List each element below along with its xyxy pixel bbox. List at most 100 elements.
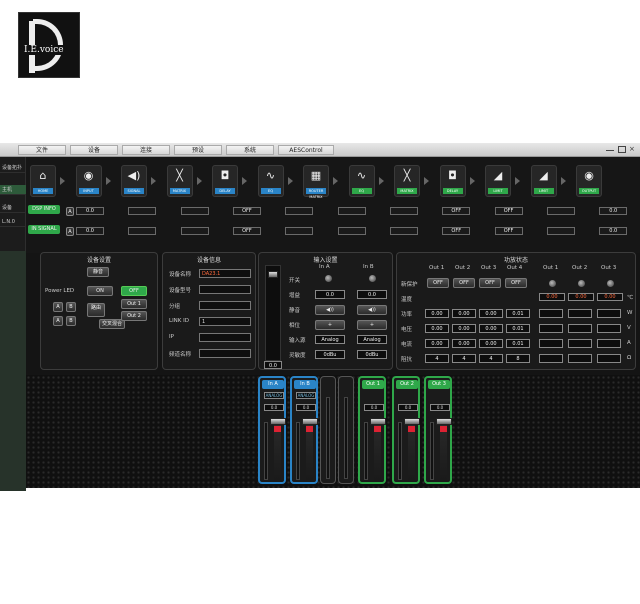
maximize-icon[interactable]: [618, 146, 626, 153]
status-value[interactable]: 0.00: [452, 324, 476, 333]
chain-cell[interactable]: [546, 207, 575, 215]
status-value[interactable]: 0.01: [506, 309, 530, 318]
info-field[interactable]: DA23.1: [199, 269, 251, 278]
io-b1-button[interactable]: B: [66, 302, 76, 312]
input-a-2[interactable]: ◀)): [315, 305, 345, 315]
strip-db[interactable]: 0.0: [296, 404, 316, 411]
chain-cell[interactable]: 0.0: [76, 207, 104, 215]
chain-node-delay[interactable]: ◘ DELAY: [439, 165, 466, 197]
sidebar-item-ln[interactable]: L.N.0: [0, 217, 26, 227]
chain-cell[interactable]: [546, 227, 575, 235]
io-a2-button[interactable]: A: [53, 316, 63, 326]
chain-cell[interactable]: [180, 207, 209, 215]
chain-node-output[interactable]: ◉ OUTPUT: [576, 165, 602, 197]
fader-knob[interactable]: [370, 418, 386, 425]
chain-cell[interactable]: [337, 227, 366, 235]
sidebar-item-topology[interactable]: 设备拓扑: [0, 163, 26, 173]
chain-cell[interactable]: [285, 207, 314, 215]
input-a-5[interactable]: 0dBu: [315, 350, 345, 359]
status-value[interactable]: 0.01: [506, 339, 530, 348]
chain-cell[interactable]: 0.0: [76, 227, 104, 235]
status-value[interactable]: 8: [506, 354, 530, 363]
status-value[interactable]: 4: [479, 354, 503, 363]
menu-connect[interactable]: 连接: [122, 145, 170, 155]
in-signal-tag[interactable]: IN SIGNAL: [28, 225, 60, 234]
strip-header[interactable]: Out 2: [396, 380, 418, 389]
minimize-icon[interactable]: [606, 146, 614, 151]
info-field[interactable]: [199, 285, 251, 294]
protect-off-button[interactable]: OFF: [505, 278, 527, 288]
status-value[interactable]: 0.00: [452, 339, 476, 348]
chain-node-matrix[interactable]: ╳ MATRIX: [166, 165, 193, 197]
chain-node-limit[interactable]: ◢ LIMIT: [530, 165, 557, 197]
chain-cell[interactable]: OFF: [232, 227, 261, 235]
io-a1-button[interactable]: A: [53, 302, 63, 312]
chain-cell[interactable]: [128, 207, 157, 215]
chain-cell[interactable]: [389, 227, 418, 235]
routing-button[interactable]: 路由: [87, 303, 105, 317]
strip-header[interactable]: In B: [294, 380, 316, 389]
chain-node-eq[interactable]: ∿ EQ: [348, 165, 375, 197]
status-value[interactable]: 0.00: [425, 339, 449, 348]
strip-header[interactable]: Out 1: [362, 380, 384, 389]
protect-off-button[interactable]: OFF: [453, 278, 475, 288]
fader-knob[interactable]: [404, 418, 420, 425]
power-on-button[interactable]: ON: [87, 286, 113, 296]
status-value[interactable]: 0.00: [425, 309, 449, 318]
protect-off-button[interactable]: OFF: [479, 278, 501, 288]
chain-node-delay[interactable]: ◘ DELAY: [212, 165, 238, 197]
info-field[interactable]: [199, 349, 251, 358]
master-fader-knob[interactable]: [268, 271, 278, 278]
input-a-3[interactable]: +: [315, 320, 345, 330]
chain-node-signal[interactable]: ◀) SIGNAL: [121, 165, 147, 197]
io-b2-button[interactable]: B: [66, 316, 76, 326]
input-b-4[interactable]: Analog: [357, 335, 387, 344]
fader-knob[interactable]: [270, 418, 286, 425]
strip-header[interactable]: In A: [262, 380, 284, 389]
info-field[interactable]: [199, 301, 251, 310]
menu-system[interactable]: 系统: [226, 145, 274, 155]
input-b-5[interactable]: 0dBu: [357, 350, 387, 359]
strip-db[interactable]: 0.0: [398, 404, 418, 411]
master-value[interactable]: 0.0: [264, 361, 282, 369]
chain-cell[interactable]: 0.0: [599, 227, 628, 235]
strip-db[interactable]: 0.0: [364, 404, 384, 411]
status-value[interactable]: 4: [425, 354, 449, 363]
info-field[interactable]: 1: [199, 317, 251, 326]
sidebar-item-host[interactable]: 主机: [0, 185, 26, 195]
info-field[interactable]: [199, 333, 251, 342]
sidebar-item-device[interactable]: 设备: [0, 203, 26, 213]
chain-node-matrix[interactable]: ╳ MATRIX: [394, 165, 420, 197]
chain-node-limit[interactable]: ◢ LIMIT: [485, 165, 511, 197]
chain-node-eq[interactable]: ∿ EQ: [257, 165, 284, 197]
close-icon[interactable]: ×: [629, 146, 637, 153]
fader-knob[interactable]: [436, 418, 452, 425]
chain-cell[interactable]: OFF: [442, 207, 471, 215]
switch-b-knob[interactable]: [369, 275, 376, 282]
chain-cell[interactable]: 0.0: [599, 207, 628, 215]
chain-cell[interactable]: [180, 227, 209, 235]
chain-node-home[interactable]: ⌂ HOME: [30, 165, 56, 197]
menu-preset[interactable]: 预设: [174, 145, 222, 155]
chain-cell[interactable]: [389, 207, 418, 215]
status-value[interactable]: 0.01: [506, 324, 530, 333]
strip-db[interactable]: 0.0: [264, 404, 284, 411]
strip-header[interactable]: Out 3: [428, 380, 450, 389]
chain-node-router-matrix[interactable]: ▦ ROUTER MATRIX: [303, 165, 329, 199]
status-value[interactable]: 0.00: [479, 339, 503, 348]
fader-knob[interactable]: [302, 418, 318, 425]
input-a-1[interactable]: 0.0: [315, 290, 345, 299]
chain-cell[interactable]: [128, 227, 157, 235]
protect-off-button[interactable]: OFF: [427, 278, 449, 288]
chain-cell[interactable]: [285, 227, 314, 235]
input-b-1[interactable]: 0.0: [357, 290, 387, 299]
out2-button[interactable]: Out 2: [121, 311, 147, 321]
status-value[interactable]: 0.00: [479, 324, 503, 333]
chain-cell[interactable]: OFF: [442, 227, 471, 235]
strip-db[interactable]: 0.0: [430, 404, 450, 411]
out1-button[interactable]: Out 1: [121, 299, 147, 309]
switch-a-knob[interactable]: [325, 275, 332, 282]
input-b-3[interactable]: +: [357, 320, 387, 330]
mute-button[interactable]: 静音: [87, 267, 109, 277]
menu-file[interactable]: 文件: [18, 145, 66, 155]
